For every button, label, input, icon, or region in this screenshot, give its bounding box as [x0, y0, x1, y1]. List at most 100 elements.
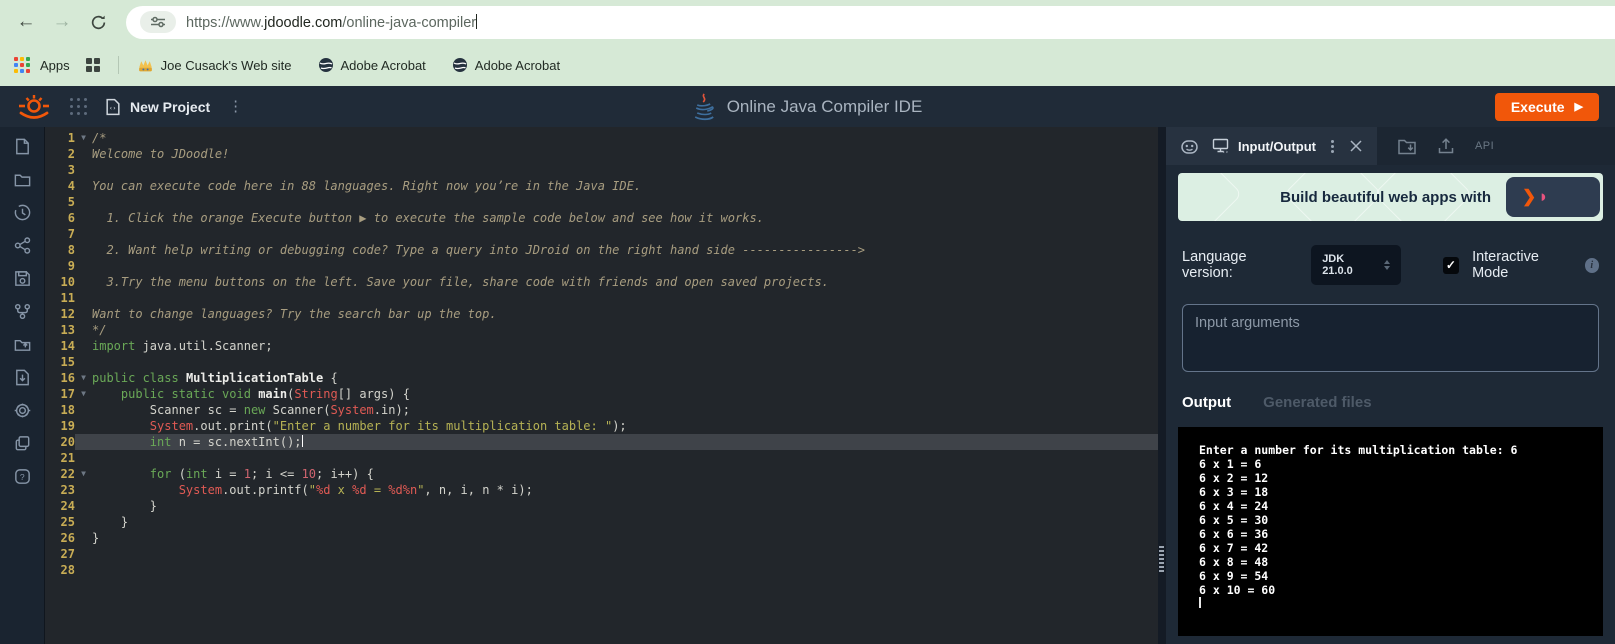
output-console[interactable]: Enter a number for its multiplication ta…	[1178, 427, 1603, 636]
tab-input-output[interactable]: ‹› Input/Output	[1212, 138, 1316, 154]
jdroid-robot-icon[interactable]	[1180, 137, 1199, 156]
save-icon[interactable]	[12, 268, 32, 288]
code-text: */	[92, 323, 107, 337]
code-line: 13 */	[45, 322, 1158, 338]
play-icon: ▶	[1574, 101, 1583, 113]
fold-gutter	[75, 402, 92, 418]
line-number: 9	[67, 259, 75, 273]
line-number: 25	[60, 515, 75, 529]
fold-arrow-icon[interactable]: ▼	[75, 466, 92, 482]
code-line: 22 ▼ for (int i = 1; i <= 10; i++) {	[45, 466, 1158, 482]
line-number: 13	[60, 323, 75, 337]
apps-label[interactable]: Apps	[40, 58, 70, 73]
code-editor[interactable]: 1 ▼/* 2 Welcome to JDoodle! 3 4 You can execut…	[45, 127, 1158, 644]
new-file-icon[interactable]	[12, 136, 32, 156]
code-line: 14 import java.util.Scanner;	[45, 338, 1158, 354]
duplicate-icon[interactable]	[12, 433, 32, 453]
interactive-mode-checkbox[interactable]: ✓	[1442, 256, 1460, 274]
ad-banner[interactable]: Build beautiful web apps with ❯ ◗	[1178, 173, 1603, 221]
fork-icon[interactable]	[12, 301, 32, 321]
code-text: Scanner sc = new Scanner(System.in);	[92, 403, 410, 417]
reload-icon	[91, 15, 105, 29]
info-icon[interactable]: i	[1584, 257, 1599, 273]
code-line: 9	[45, 258, 1158, 274]
line-number: 12	[60, 307, 75, 321]
api-button[interactable]: API	[1475, 140, 1494, 152]
bookmark-joe-cusack[interactable]: Joe Cusack's Web site	[137, 57, 292, 74]
code-line: 8 2. Want help writing or debugging code…	[45, 242, 1158, 258]
bookmark-adobe-1[interactable]: Adobe Acrobat	[318, 57, 426, 73]
line-number: 5	[67, 195, 75, 209]
fold-arrow-icon[interactable]: ▼	[75, 386, 92, 402]
console-line: 6 x 7 = 42	[1199, 541, 1269, 555]
ad-logo-button[interactable]: ❯ ◗	[1506, 177, 1600, 217]
open-folder-icon[interactable]	[12, 169, 32, 189]
ide-title: Online Java Compiler IDE	[726, 96, 923, 116]
console-line: 6 x 5 = 30	[1199, 513, 1269, 527]
execute-button[interactable]: Execute ▶	[1494, 92, 1599, 121]
share-icon[interactable]	[12, 235, 32, 255]
code-line: 25 }	[45, 514, 1158, 530]
fold-gutter	[75, 514, 92, 530]
left-toolbar: ?	[0, 127, 45, 644]
io-tab-menu-icon[interactable]	[1329, 139, 1336, 153]
io-panel-actions: API	[1377, 137, 1494, 155]
fold-gutter	[75, 338, 92, 354]
close-icon[interactable]	[1349, 139, 1363, 153]
language-controls: Language version: JDK 21.0.0 ✓ Interacti…	[1182, 245, 1599, 285]
back-button[interactable]: ←	[10, 6, 42, 38]
bookmarks-grid-icon[interactable]	[85, 58, 100, 72]
code-line: 28	[45, 562, 1158, 578]
code-text: 2. Want help writing or debugging code? …	[92, 243, 866, 257]
checkmark-icon: ✓	[1445, 258, 1456, 272]
history-icon[interactable]	[12, 202, 32, 222]
code-text: }	[92, 531, 100, 545]
app-grid-icon[interactable]	[70, 98, 87, 115]
site-info-icon[interactable]	[140, 11, 176, 33]
settings-gear-icon[interactable]	[12, 400, 32, 420]
interactive-mode-label: Interactive Mode	[1472, 249, 1539, 281]
resize-grip[interactable]	[1159, 546, 1164, 572]
download-icon[interactable]	[12, 367, 32, 387]
code-line: 17 ▼ public static void main(String[] arg…	[45, 386, 1158, 402]
code-line: 6 1. Click the orange Execute button ▶ t…	[45, 210, 1158, 226]
input-arguments-field[interactable]	[1182, 304, 1599, 372]
reload-button[interactable]	[82, 6, 114, 38]
code-text: /*	[92, 131, 107, 145]
line-number: 11	[60, 291, 75, 305]
main-area: ? 1 ▼/* 2 Welcome to JDoodle! 3 4 You can exec…	[0, 127, 1615, 644]
url-text[interactable]: https://www.jdoodle.com/online-java-comp…	[186, 13, 478, 31]
tab-generated-files[interactable]: Generated files	[1263, 394, 1371, 411]
upload-icon[interactable]	[1437, 137, 1455, 155]
bookmark-label: Joe Cusack's Web site	[160, 57, 292, 73]
code-text: import java.util.Scanner;	[92, 339, 273, 353]
code-text: int n = sc.nextInt();	[92, 434, 1158, 450]
project-menu-icon[interactable]: ⋮	[228, 99, 243, 114]
fold-gutter	[75, 258, 92, 274]
fold-gutter	[75, 482, 92, 498]
folder-download-icon[interactable]	[1397, 137, 1417, 155]
panel-divider	[1158, 127, 1166, 644]
url-bar[interactable]: https://www.jdoodle.com/online-java-comp…	[126, 5, 1615, 39]
line-number: 28	[60, 563, 75, 577]
tab-output[interactable]: Output	[1182, 394, 1231, 411]
open-project-icon[interactable]	[12, 334, 32, 354]
line-number: 14	[60, 339, 75, 353]
help-icon[interactable]: ?	[12, 466, 32, 486]
input-arguments-wrap	[1182, 304, 1599, 372]
project-name-button[interactable]: ‹› New Project	[105, 98, 210, 116]
jdk-version-select[interactable]: JDK 21.0.0	[1311, 245, 1401, 285]
jdoodle-logo[interactable]	[16, 92, 52, 122]
apps-grid-icon[interactable]	[14, 57, 30, 73]
code-line: 20 int n = sc.nextInt();	[45, 434, 1158, 450]
line-number: 27	[60, 547, 75, 561]
io-panel-header: ‹› Input/Output API	[1166, 127, 1615, 165]
fold-arrow-icon[interactable]: ▼	[75, 370, 92, 386]
fold-arrow-icon[interactable]: ▼	[75, 130, 92, 146]
code-line: 23 System.out.printf("%d x %d = %d%n", n…	[45, 482, 1158, 498]
bookmark-adobe-2[interactable]: Adobe Acrobat	[452, 57, 560, 73]
fold-gutter	[75, 290, 92, 306]
forward-button[interactable]: →	[46, 6, 78, 38]
